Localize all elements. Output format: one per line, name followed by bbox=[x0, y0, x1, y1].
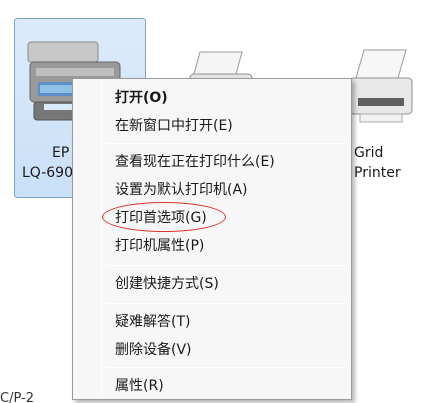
menu-item-create-shortcut[interactable]: 创建快捷方式(S) bbox=[75, 271, 349, 297]
bottom-device-label: C/P-2 bbox=[0, 391, 34, 403]
menu-item-remove-device[interactable]: 删除设备(V) bbox=[75, 337, 349, 363]
menu-item-properties[interactable]: 属性(R) bbox=[75, 373, 349, 399]
menu-item-troubleshoot[interactable]: 疑难解答(T) bbox=[75, 309, 349, 335]
menu-item-set-default[interactable]: 设置为默认打印机(A) bbox=[75, 177, 349, 203]
device-label-grid-line1: Grid bbox=[354, 145, 384, 161]
menu-separator bbox=[105, 367, 347, 368]
context-menu: 打开(O) 在新窗口中打开(E) 查看现在正在打印什么(E) 设置为默认打印机(… bbox=[72, 78, 352, 400]
menu-item-printer-properties[interactable]: 打印机属性(P) bbox=[75, 233, 349, 259]
menu-item-see-printing[interactable]: 查看现在正在打印什么(E) bbox=[75, 149, 349, 175]
menu-item-open[interactable]: 打开(O) bbox=[75, 85, 349, 111]
menu-item-open-new-window[interactable]: 在新窗口中打开(E) bbox=[75, 113, 349, 139]
printer-icon bbox=[349, 49, 413, 123]
menu-separator bbox=[105, 265, 347, 266]
device-label-epson-line1: EP bbox=[52, 145, 70, 161]
annotation-ellipse bbox=[102, 202, 226, 232]
device-label-epson-line2: LQ-690 bbox=[22, 165, 73, 181]
device-label-grid-line2: Printer bbox=[354, 165, 401, 181]
menu-separator bbox=[105, 303, 347, 304]
menu-separator bbox=[105, 143, 347, 144]
